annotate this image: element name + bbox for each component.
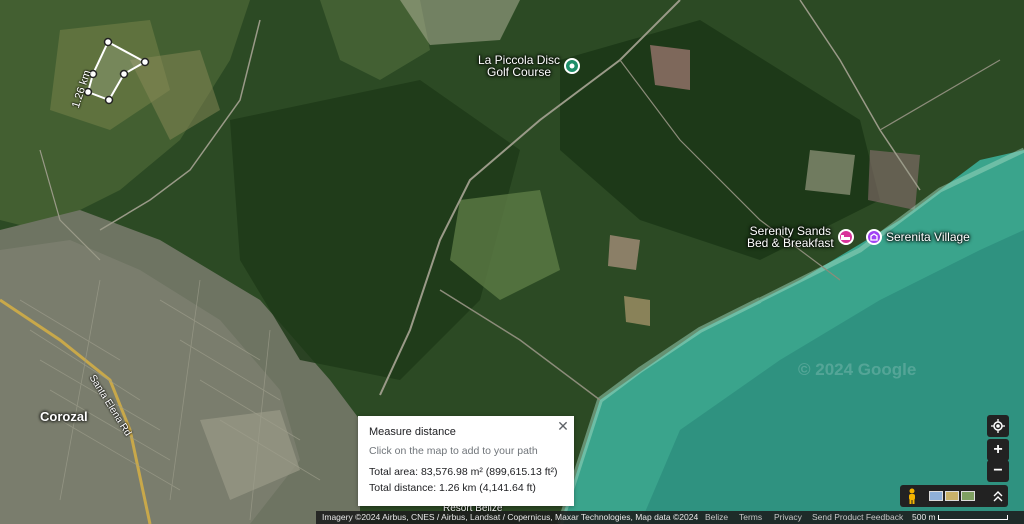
measure-hint: Click on the map to add to your path <box>369 445 538 457</box>
region-link[interactable]: Belize <box>705 511 728 524</box>
my-location-icon <box>991 419 1005 433</box>
poi-label-line2: Bed & Breakfast <box>747 236 834 250</box>
poi-label-line2: Golf Course <box>487 65 552 79</box>
poi-label: La Piccola Disc Golf Course <box>478 54 560 78</box>
poi-label: Serenity Sands Bed & Breakfast <box>747 225 834 249</box>
feedback-link[interactable]: Send Product Feedback <box>812 511 903 524</box>
imagery-attribution: Imagery ©2024 Airbus, CNES / Airbus, Lan… <box>322 512 699 522</box>
total-area: Total area: 83,576.98 m² (899,615.13 ft²… <box>369 466 558 478</box>
scale-label[interactable]: 500 m <box>912 511 936 524</box>
poi-label: Serenita Village <box>886 230 970 244</box>
terms-link[interactable]: Terms <box>739 511 762 524</box>
zoom-out-button[interactable]: − <box>987 460 1009 482</box>
layer-thumb-satellite[interactable] <box>961 491 975 501</box>
measure-distance-card: ✕ Measure distance Click on the map to a… <box>358 416 574 506</box>
close-icon[interactable]: ✕ <box>556 419 570 433</box>
poi-serenity-sands[interactable]: Serenity Sands Bed & Breakfast <box>747 225 854 249</box>
map-footer: Imagery ©2024 Airbus, CNES / Airbus, Lan… <box>316 511 1024 524</box>
bed-pin-icon[interactable] <box>837 229 854 245</box>
layer-thumb-map[interactable] <box>929 491 943 501</box>
layers-bar <box>900 485 1008 507</box>
privacy-link[interactable]: Privacy <box>774 511 802 524</box>
total-distance: Total distance: 1.26 km (4,141.64 ft) <box>369 482 536 494</box>
scale-bar[interactable] <box>938 515 1008 520</box>
my-location-button[interactable] <box>987 415 1009 437</box>
google-watermark: © 2024 Google <box>798 360 917 379</box>
measure-title: Measure distance <box>369 426 456 438</box>
chevron-up-icon[interactable] <box>992 489 1004 503</box>
golf-pin-icon[interactable] <box>564 58 581 74</box>
layer-thumb-terrain[interactable] <box>945 491 959 501</box>
hotel-pin-icon[interactable] <box>866 229 882 245</box>
town-label-corozal[interactable]: Corozal <box>40 409 88 424</box>
poi-la-piccola-disc-golf[interactable]: La Piccola Disc Golf Course <box>478 54 581 78</box>
poi-serenita-village[interactable]: Serenita Village <box>866 229 970 245</box>
zoom-in-button[interactable]: + <box>987 439 1009 461</box>
pegman-icon[interactable] <box>906 488 918 504</box>
